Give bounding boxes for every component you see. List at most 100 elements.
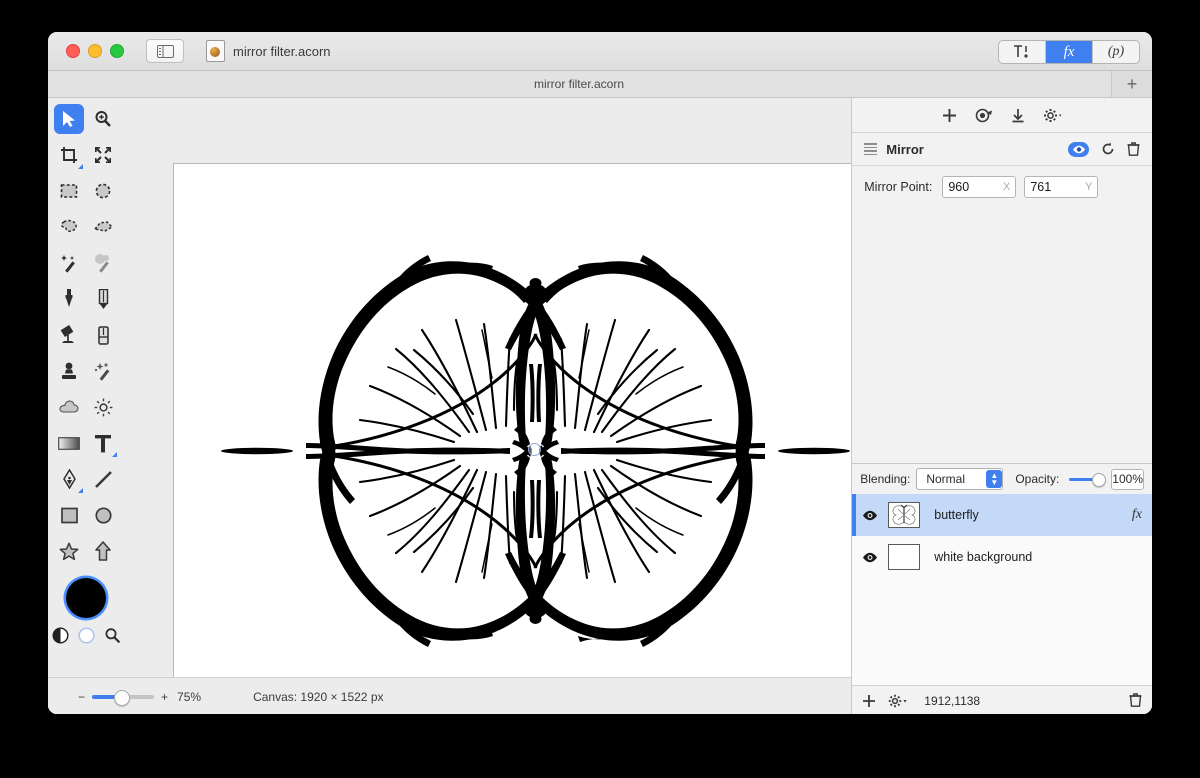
- zoom-slider[interactable]: [92, 690, 155, 706]
- filter-actions: [1068, 141, 1140, 157]
- delete-layer-button[interactable]: [1129, 692, 1142, 710]
- polygon-lasso-tool[interactable]: [88, 212, 118, 242]
- gradient-tool[interactable]: [54, 428, 84, 458]
- foreground-color-well[interactable]: [66, 578, 106, 618]
- tools-icon: [1014, 45, 1028, 58]
- mirror-point-handle[interactable]: [528, 443, 541, 456]
- line-tool[interactable]: [88, 464, 118, 494]
- background-color-well[interactable]: [77, 627, 95, 644]
- ellipse-shape-tool[interactable]: [88, 500, 118, 530]
- opacity-slider-knob[interactable]: [1092, 472, 1107, 487]
- transform-tool[interactable]: [88, 140, 118, 170]
- trash-icon[interactable]: [1127, 142, 1140, 156]
- crop-tool[interactable]: [54, 140, 84, 170]
- zoom-out-button[interactable]: −: [78, 690, 85, 704]
- reset-arrow-icon[interactable]: [1101, 142, 1115, 156]
- clone-stamp-tool[interactable]: [54, 356, 84, 386]
- filters-mode-button[interactable]: fx: [1046, 41, 1093, 63]
- dodge-tool[interactable]: [88, 392, 118, 422]
- sparkle-smudge-icon: [94, 362, 110, 381]
- document-canvas[interactable]: [173, 163, 898, 714]
- tab-bar: mirror filter.acorn +: [48, 71, 1152, 98]
- filter-preview-icon[interactable]: [975, 108, 993, 123]
- blending-mode-select[interactable]: Normal ▲ ▼: [916, 468, 1004, 490]
- mirror-point-y-value: 761: [1030, 180, 1052, 194]
- layer-row-white-background[interactable]: white background: [852, 536, 1152, 578]
- layer-settings-gear-icon[interactable]: [888, 694, 908, 708]
- filter-settings-gear-icon[interactable]: [1043, 108, 1063, 123]
- instant-alpha-tool[interactable]: [88, 248, 118, 278]
- star-shape-tool[interactable]: [54, 536, 84, 566]
- tool-submenu-indicator[interactable]: [78, 164, 83, 169]
- zoom-tool[interactable]: [88, 104, 118, 134]
- invert-colors-icon[interactable]: [51, 627, 69, 644]
- tool-row: [48, 392, 124, 422]
- mode-segmented-control[interactable]: fx (p): [998, 40, 1140, 64]
- zoom-level-label: 75%: [177, 690, 202, 704]
- sidebar-toggle-icon: [156, 44, 174, 58]
- tools-mode-button[interactable]: [999, 41, 1046, 63]
- paint-bucket-tool[interactable]: [54, 320, 84, 350]
- download-filter-icon[interactable]: [1011, 108, 1025, 123]
- opacity-value-input[interactable]: 100%: [1111, 468, 1144, 490]
- tool-row: [48, 464, 124, 494]
- rectangle-shape-tool[interactable]: [54, 500, 84, 530]
- mirror-point-y-input[interactable]: 761 Y: [1024, 176, 1099, 198]
- opacity-label: Opacity:: [1015, 472, 1060, 486]
- smudge-tool[interactable]: [88, 356, 118, 386]
- title-bar: mirror filter.acorn fx (p): [48, 32, 1152, 71]
- minimize-button[interactable]: [88, 44, 102, 58]
- eye-icon[interactable]: [862, 552, 878, 563]
- paint-bucket-icon: [60, 325, 74, 343]
- sun-dodge-icon: [94, 398, 112, 416]
- move-arrows-icon: [95, 147, 111, 163]
- brush-tool[interactable]: [54, 284, 84, 314]
- mirror-point-y-unit: Y: [1085, 181, 1093, 193]
- magic-wand-tool[interactable]: [54, 248, 84, 278]
- eye-icon[interactable]: [862, 510, 878, 521]
- tab-mirror-filter[interactable]: mirror filter.acorn: [48, 71, 1110, 97]
- close-button[interactable]: [66, 44, 80, 58]
- filter-name: Mirror: [886, 141, 924, 157]
- zoom-button[interactable]: [110, 44, 124, 58]
- eraser-tool[interactable]: [88, 320, 118, 350]
- blur-tool[interactable]: [54, 392, 84, 422]
- window-title: mirror filter.acorn: [233, 43, 331, 59]
- layer-name-butterfly: butterfly: [934, 508, 979, 522]
- zoom-in-button[interactable]: +: [161, 690, 168, 704]
- pen-tool[interactable]: [54, 464, 84, 494]
- sidebar-toggle-button[interactable]: [146, 39, 184, 63]
- tool-submenu-indicator[interactable]: [112, 452, 117, 457]
- pencil-icon: [98, 289, 108, 309]
- trash-icon: [1129, 692, 1142, 707]
- butterfly-thumbnail: [890, 504, 919, 526]
- zoom-slider-knob[interactable]: [114, 690, 131, 706]
- text-tool[interactable]: [88, 428, 118, 458]
- mirror-point-x-input[interactable]: 960 X: [942, 176, 1017, 198]
- filter-visibility-toggle[interactable]: [1068, 141, 1089, 157]
- color-picker-magnifier-icon[interactable]: [104, 627, 121, 644]
- arrow-shape-tool[interactable]: [88, 536, 118, 566]
- lasso-tool[interactable]: [54, 212, 84, 242]
- instant-alpha-icon: [94, 253, 109, 273]
- new-tab-button[interactable]: +: [1111, 71, 1152, 97]
- layer-row-butterfly[interactable]: butterfly fx: [852, 494, 1152, 536]
- ellipse-select-tool[interactable]: [88, 176, 118, 206]
- tool-row: [48, 500, 124, 530]
- polygon-lasso-icon: [93, 221, 113, 232]
- layer-fx-badge[interactable]: fx: [1132, 507, 1142, 523]
- color-controls: [48, 627, 124, 644]
- filter-drag-handle[interactable]: [864, 143, 878, 155]
- move-tool[interactable]: [54, 104, 84, 134]
- gradient-icon: [58, 436, 80, 450]
- canvas-size-label: Canvas: 1920 × 1522 px: [253, 690, 384, 704]
- pencil-tool[interactable]: [88, 284, 118, 314]
- add-layer-icon[interactable]: [862, 694, 876, 708]
- blending-row: Blending: Normal ▲ ▼ Opacity: 100%: [852, 464, 1152, 494]
- rectangle-select-tool[interactable]: [54, 176, 84, 206]
- add-filter-icon[interactable]: [942, 108, 957, 123]
- presets-mode-button[interactable]: (p): [1093, 41, 1139, 63]
- document-chip[interactable]: mirror filter.acorn: [206, 40, 331, 62]
- tool-submenu-indicator[interactable]: [78, 488, 83, 493]
- opacity-slider[interactable]: [1069, 472, 1107, 487]
